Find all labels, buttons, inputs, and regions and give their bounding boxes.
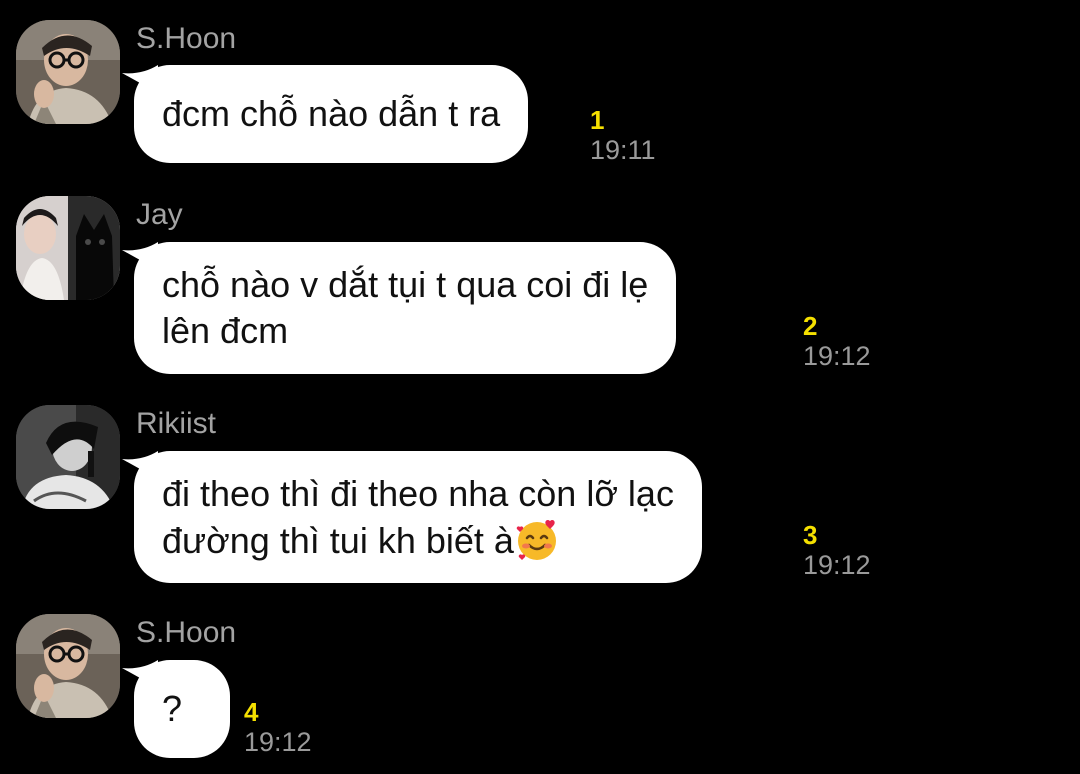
message-row: Rikiist đi theo thì đi theo nha còn lỡ l…: [0, 405, 1080, 595]
message-text: đcm chỗ nào dẫn t ra: [162, 93, 501, 134]
bubble-tail-icon: [122, 242, 158, 270]
message-meta: 3 19:12: [803, 521, 871, 581]
message-time: 19:12: [244, 727, 312, 757]
unread-count: 4: [244, 697, 259, 727]
message-row: S.Hoon đcm chỗ nào dẫn t ra 1 19:11: [0, 20, 1080, 170]
user-photo-monochrome-icon: [16, 405, 120, 509]
user-photo-glasses-icon: [16, 20, 120, 124]
user-photo-glasses-icon: [16, 614, 120, 718]
bubble-tail-icon: [122, 451, 158, 479]
smiling-face-with-hearts-icon: [516, 519, 556, 560]
avatar-icon[interactable]: [16, 405, 120, 509]
bubble-tail-icon: [122, 65, 158, 93]
message-time: 19:12: [803, 341, 871, 371]
message-text: chỗ nào v dắt tụi t qua coi đi lẹ lên đc…: [162, 264, 649, 351]
message-text: đi theo thì đi theo nha còn lỡ lạc đường…: [162, 471, 674, 564]
unread-count: 2: [803, 311, 818, 341]
avatar-icon[interactable]: [16, 20, 120, 124]
message-meta: 1 19:11: [590, 106, 656, 166]
message-row: S.Hoon ? 4 19:12: [0, 614, 1080, 764]
message-text: ?: [162, 688, 183, 729]
message-bubble[interactable]: đcm chỗ nào dẫn t ra: [122, 65, 529, 163]
sender-name: S.Hoon: [136, 22, 237, 55]
bubble-tail-icon: [122, 660, 158, 688]
sender-name: S.Hoon: [136, 616, 237, 649]
unread-count: 3: [803, 520, 818, 550]
user-photo-cat-icon: [16, 196, 120, 300]
message-bubble[interactable]: ?: [122, 660, 230, 758]
message-meta: 4 19:12: [244, 698, 312, 758]
sender-name: Jay: [136, 198, 183, 231]
message-text-content: đi theo thì đi theo nha còn lỡ lạc đường…: [162, 473, 674, 561]
message-time: 19:12: [803, 550, 871, 580]
sender-name: Rikiist: [136, 407, 216, 440]
message-time: 19:11: [590, 135, 656, 165]
message-meta: 2 19:12: [803, 312, 871, 372]
avatar-icon[interactable]: [16, 614, 120, 718]
message-bubble[interactable]: chỗ nào v dắt tụi t qua coi đi lẹ lên đc…: [122, 242, 677, 374]
message-bubble[interactable]: đi theo thì đi theo nha còn lỡ lạc đường…: [122, 451, 702, 583]
message-row: Jay chỗ nào v dắt tụi t qua coi đi lẹ lê…: [0, 196, 1080, 386]
unread-count: 1: [590, 105, 605, 135]
avatar-icon[interactable]: [16, 196, 120, 300]
